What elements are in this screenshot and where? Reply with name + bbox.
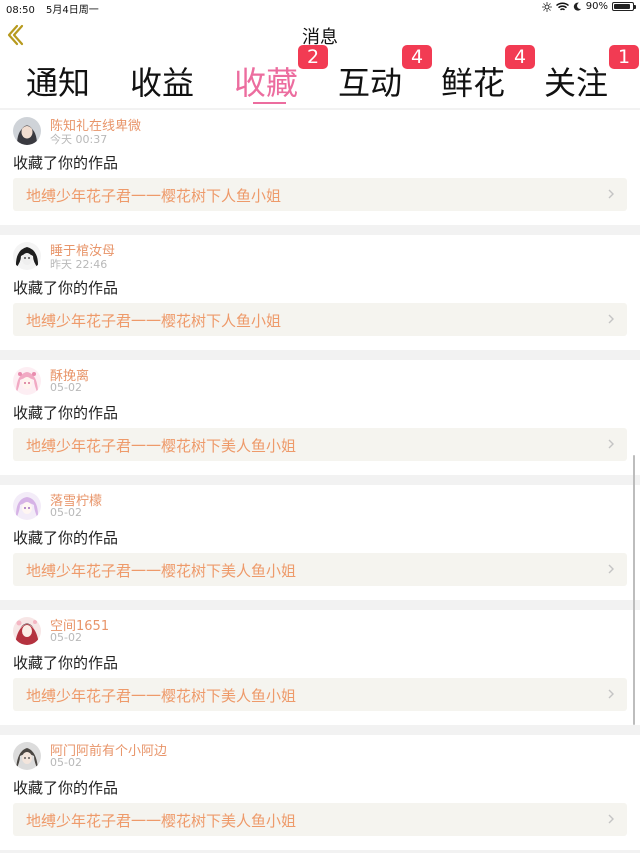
avatar[interactable]: [13, 492, 41, 520]
moon-icon: [573, 2, 581, 11]
chevron-right-icon: [608, 314, 614, 324]
work-link[interactable]: 地缚少年花子君一一樱花树下美人鱼小姐: [13, 428, 627, 461]
avatar[interactable]: [13, 242, 41, 270]
list-item: 落雪柠檬 05-02 收藏了你的作品 地缚少年花子君一一樱花树下美人鱼小姐: [0, 485, 640, 600]
chevron-right-icon: [608, 814, 614, 824]
work-link[interactable]: 地缚少年花子君一一樱花树下人鱼小姐: [13, 303, 627, 336]
status-left: 08:50 5月4日周一: [6, 1, 107, 16]
timestamp: 05-02: [50, 506, 82, 519]
action-text: 收藏了你的作品: [13, 529, 119, 547]
work-title: 地缚少年花子君一一樱花树下美人鱼小姐: [26, 687, 297, 705]
timestamp: 05-02: [50, 756, 82, 769]
work-title: 地缚少年花子君一一樱花树下美人鱼小姐: [26, 437, 297, 455]
action-text: 收藏了你的作品: [13, 279, 119, 297]
list-item: 阿门阿前有个小阿边 05-02 收藏了你的作品 地缚少年花子君一一樱花树下美人鱼…: [0, 735, 640, 850]
list-item: 酥挽离 05-02 收藏了你的作品 地缚少年花子君一一樱花树下美人鱼小姐: [0, 360, 640, 475]
tab-earnings[interactable]: 收益: [130, 58, 194, 104]
work-title: 地缚少年花子君一一樱花树下美人鱼小姐: [26, 562, 297, 580]
chevron-right-icon: [608, 564, 614, 574]
tab-follows[interactable]: 关注: [544, 58, 608, 104]
brightness-icon: [541, 1, 552, 12]
list-item: 陈知礼在线卑微 今天 00:37 收藏了你的作品 地缚少年花子君一一樱花树下人鱼…: [0, 110, 640, 225]
list-item: 睡于棺汝母 昨天 22:46 收藏了你的作品 地缚少年花子君一一樱花树下人鱼小姐: [0, 235, 640, 350]
action-text: 收藏了你的作品: [13, 779, 119, 797]
tab-favorites[interactable]: 收藏: [234, 58, 298, 104]
interactions-badge: 4: [402, 45, 432, 69]
avatar[interactable]: [13, 367, 41, 395]
follows-badge: 1: [609, 45, 639, 69]
status-right: 90%: [541, 1, 636, 12]
action-text: 收藏了你的作品: [13, 654, 119, 672]
work-link[interactable]: 地缚少年花子君一一樱花树下美人鱼小姐: [13, 553, 627, 586]
work-title: 地缚少年花子君一一樱花树下人鱼小姐: [26, 187, 282, 205]
action-text: 收藏了你的作品: [13, 404, 119, 422]
work-link[interactable]: 地缚少年花子君一一樱花树下美人鱼小姐: [13, 803, 627, 836]
chevron-right-icon: [608, 689, 614, 699]
tab-flowers[interactable]: 鲜花: [441, 58, 505, 104]
timestamp: 05-02: [50, 381, 82, 394]
list-item: 空间1651 05-02 收藏了你的作品 地缚少年花子君一一樱花树下美人鱼小姐: [0, 610, 640, 725]
chevron-right-icon: [608, 189, 614, 199]
active-tab-indicator: [253, 102, 286, 104]
action-text: 收藏了你的作品: [13, 154, 119, 172]
battery-fill: [614, 4, 631, 9]
timestamp: 昨天 22:46: [50, 258, 108, 271]
tab-notifications[interactable]: 通知: [26, 58, 90, 104]
battery-percent: 90%: [585, 1, 608, 12]
favorites-badge: 2: [298, 45, 328, 69]
avatar[interactable]: [13, 742, 41, 770]
avatar[interactable]: [13, 117, 41, 145]
chevron-right-icon: [608, 439, 614, 449]
avatar[interactable]: [13, 617, 41, 645]
status-time: 08:50: [6, 5, 35, 16]
tab-interactions[interactable]: 互动: [338, 58, 402, 104]
tab-bar: 通知 收益 收藏 2 互动 4 鲜花 4 关注 1: [0, 45, 640, 108]
work-link[interactable]: 地缚少年花子君一一樱花树下人鱼小姐: [13, 178, 627, 211]
work-title: 地缚少年花子君一一樱花树下美人鱼小姐: [26, 812, 297, 830]
timestamp: 05-02: [50, 631, 82, 644]
timestamp: 今天 00:37: [50, 133, 108, 146]
flowers-badge: 4: [505, 45, 535, 69]
status-bar: 08:50 5月4日周一 90%: [0, 0, 640, 16]
scrollbar[interactable]: [633, 455, 635, 725]
battery-icon: [612, 2, 636, 11]
wifi-icon: [555, 1, 569, 10]
status-date: 5月4日周一: [46, 5, 99, 16]
work-title: 地缚少年花子君一一樱花树下人鱼小姐: [26, 312, 282, 330]
work-link[interactable]: 地缚少年花子君一一樱花树下美人鱼小姐: [13, 678, 627, 711]
